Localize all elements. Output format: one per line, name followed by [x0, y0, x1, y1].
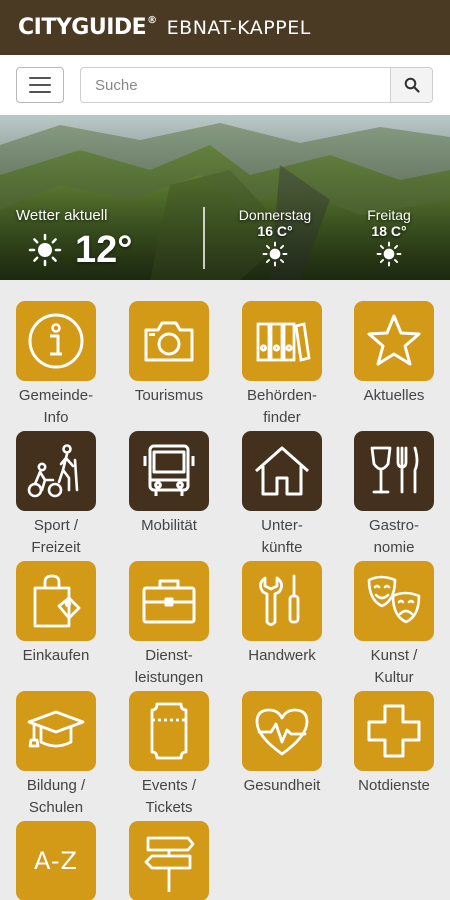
tile-einkaufen[interactable]: Einkaufen — [1, 561, 111, 667]
tile-label: Events / Tickets — [141, 777, 197, 816]
tile-dienstleistungen[interactable]: Dienst-leistungen — [114, 561, 224, 689]
forecast-temperature: 16 C° — [257, 223, 293, 239]
tile-sport-freizeit[interactable]: Sport / Freizeit — [1, 431, 111, 559]
search-icon — [404, 77, 420, 93]
house-icon — [242, 431, 322, 511]
sun-icon — [28, 233, 62, 267]
forecast-day-name: Donnerstag — [238, 207, 312, 223]
tile-label: Dienst-leistungen — [134, 647, 204, 686]
tile-label: Gemeinde- Info — [18, 387, 94, 426]
tile-label: Gesundheit — [243, 777, 321, 794]
tile-bildung-schulen[interactable]: Bildung / Schulen — [1, 691, 111, 819]
menu-line — [29, 84, 51, 86]
star-icon — [354, 301, 434, 381]
category-grid: Gemeinde- Info Tourismus Behörden-finder … — [0, 280, 450, 900]
search-bar — [0, 55, 450, 115]
tile-label: Bildung / Schulen — [26, 777, 86, 816]
a-z-icon: A-Z — [16, 821, 96, 900]
weather-label: Wetter aktuell — [16, 207, 108, 224]
camera-icon — [129, 301, 209, 381]
forecast-temperature: 18 C° — [371, 223, 407, 239]
tile-label: Tourismus — [134, 387, 204, 404]
tile-gemeinde-info[interactable]: Gemeinde- Info — [1, 301, 111, 429]
tile-label: Kunst / Kultur — [370, 647, 418, 686]
sun-icon — [376, 241, 402, 267]
weather-hero[interactable]: Wetter aktuell 12° Donnerstag 16 C° Frei… — [0, 115, 450, 280]
signpost-icon — [129, 821, 209, 900]
briefcase-icon — [129, 561, 209, 641]
city-name: EBNAT-KAPPEL — [166, 16, 311, 39]
graduation-cap-icon — [16, 691, 96, 771]
tile-mobilitaet[interactable]: Mobilität — [114, 431, 224, 537]
info-icon — [16, 301, 96, 381]
tile-label: Mobilität — [141, 517, 197, 534]
search-button[interactable] — [390, 67, 433, 103]
hamburger-menu-button[interactable] — [16, 67, 64, 103]
tile-aktuelles[interactable]: Aktuelles — [339, 301, 449, 407]
forecast-day-name: Freitag — [367, 207, 411, 223]
cross-icon — [354, 691, 434, 771]
tile-label: Notdienste — [358, 777, 430, 794]
tile-gesundheit[interactable]: Gesundheit — [227, 691, 337, 797]
tile-tourismus[interactable]: Tourismus — [114, 301, 224, 407]
tile-signpost[interactable] — [114, 821, 224, 900]
weather-divider — [203, 207, 205, 269]
cityguide-logo[interactable]: CITYGUIDE® — [18, 15, 157, 40]
tile-gastronomie[interactable]: Gastro-nomie — [339, 431, 449, 559]
wine-cutlery-icon — [354, 431, 434, 511]
tile-label: Unter-künfte — [261, 517, 303, 556]
forecast-day: Donnerstag 16 C° — [228, 207, 322, 267]
search-input[interactable] — [80, 67, 390, 103]
tile-notdienste[interactable]: Notdienste — [339, 691, 449, 797]
sun-icon — [262, 241, 288, 267]
tile-events-tickets[interactable]: Events / Tickets — [114, 691, 224, 819]
ticket-icon — [129, 691, 209, 771]
heart-pulse-icon — [242, 691, 322, 771]
tile-kunst-kultur[interactable]: Kunst / Kultur — [339, 561, 449, 689]
tile-handwerk[interactable]: Handwerk — [227, 561, 337, 667]
theater-masks-icon — [354, 561, 434, 641]
tile-label: Handwerk — [248, 647, 316, 664]
tile-label: Aktuelles — [363, 387, 425, 404]
binders-icon — [242, 301, 322, 381]
tile-label: Sport / Freizeit — [31, 517, 81, 556]
tools-icon — [242, 561, 322, 641]
tile-label: Behörden-finder — [246, 387, 318, 426]
forecast-day: Freitag 18 C° — [352, 207, 426, 267]
bus-icon — [129, 431, 209, 511]
tile-label: Einkaufen — [22, 647, 90, 664]
tile-unterkuenfte[interactable]: Unter-künfte — [227, 431, 337, 559]
shopping-bag-icon — [16, 561, 96, 641]
current-temperature: 12° — [75, 229, 133, 271]
tile-label: Gastro-nomie — [368, 517, 419, 556]
menu-line — [29, 91, 51, 93]
app-header: CITYGUIDE® EBNAT-KAPPEL — [0, 0, 450, 55]
tile-behoerdenfinder[interactable]: Behörden-finder — [227, 301, 337, 429]
tile-a-z[interactable]: A-Z — [1, 821, 111, 900]
hiker-cyclist-icon — [16, 431, 96, 511]
menu-line — [29, 77, 51, 79]
